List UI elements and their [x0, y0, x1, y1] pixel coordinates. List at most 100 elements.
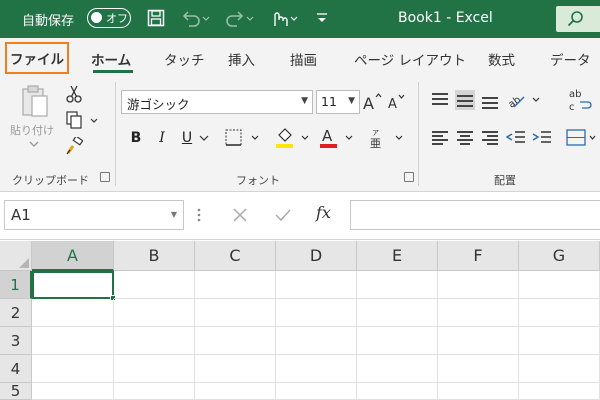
bold-button[interactable]: B: [126, 128, 146, 148]
phonetic-guide-icon[interactable]: ア亜: [368, 126, 408, 150]
tab-touch[interactable]: タッチ: [164, 49, 205, 69]
tab-page-layout[interactable]: ページ レイアウト: [354, 49, 466, 69]
undo-icon[interactable]: [178, 7, 212, 29]
align-left-icon[interactable]: [430, 128, 450, 148]
column-header-d[interactable]: D: [276, 241, 357, 271]
tab-home[interactable]: ホーム: [91, 49, 131, 69]
align-center-icon[interactable]: [455, 128, 475, 148]
column-header-g[interactable]: G: [519, 241, 600, 271]
cell-e4[interactable]: [357, 355, 438, 383]
select-all-button[interactable]: [0, 241, 32, 271]
decrease-indent-icon[interactable]: [506, 128, 526, 148]
middle-align-icon[interactable]: [455, 90, 475, 110]
row-header-3[interactable]: 3: [0, 327, 32, 355]
format-painter-icon[interactable]: [64, 136, 84, 156]
tab-draw[interactable]: 描画: [290, 49, 317, 69]
font-name-select[interactable]: 游ゴシック ▼: [121, 90, 313, 114]
font-size-select[interactable]: 11 ▼: [316, 90, 360, 114]
cell-d5[interactable]: [276, 383, 357, 400]
tab-insert[interactable]: 挿入: [228, 49, 255, 69]
cell-g3[interactable]: [519, 327, 600, 355]
formula-input[interactable]: [350, 200, 600, 230]
save-icon[interactable]: [145, 7, 167, 29]
cell-g1[interactable]: [519, 271, 600, 299]
name-box[interactable]: A1 ▼: [4, 200, 184, 230]
italic-button[interactable]: I: [152, 128, 172, 148]
cancel-icon[interactable]: [232, 207, 248, 223]
column-header-f[interactable]: F: [438, 241, 519, 271]
search-box[interactable]: [556, 6, 600, 32]
cell-a5[interactable]: [32, 383, 114, 400]
cell-d2[interactable]: [276, 299, 357, 327]
cell-c3[interactable]: [195, 327, 276, 355]
cell-e5[interactable]: [357, 383, 438, 400]
cell-f4[interactable]: [438, 355, 519, 383]
cell-a3[interactable]: [32, 327, 114, 355]
row-header-1[interactable]: 1: [0, 271, 32, 299]
font-color-icon[interactable]: A: [318, 126, 358, 150]
customize-qat-icon[interactable]: [314, 7, 330, 29]
column-header-a[interactable]: A: [32, 241, 114, 271]
orientation-icon[interactable]: ab: [506, 90, 544, 110]
autosave-toggle[interactable]: オフ: [87, 8, 131, 28]
enter-check-icon[interactable]: [274, 207, 292, 223]
merge-center-icon[interactable]: [566, 128, 596, 148]
cell-d3[interactable]: [276, 327, 357, 355]
chevron-down-icon[interactable]: [199, 134, 209, 142]
fill-color-icon[interactable]: [274, 126, 314, 150]
cell-b1[interactable]: [114, 271, 195, 299]
touch-mode-icon[interactable]: [266, 7, 300, 29]
cell-g2[interactable]: [519, 299, 600, 327]
cell-f2[interactable]: [438, 299, 519, 327]
cell-a4[interactable]: [32, 355, 114, 383]
decrease-font-size-icon[interactable]: A: [388, 92, 408, 112]
underline-button[interactable]: U: [177, 128, 197, 148]
tab-data[interactable]: データ: [550, 49, 591, 69]
column-header-e[interactable]: E: [357, 241, 438, 271]
cell-g4[interactable]: [519, 355, 600, 383]
row-header-5[interactable]: 5: [0, 382, 32, 400]
paste-icon[interactable]: [20, 84, 50, 118]
column-header-b[interactable]: B: [114, 241, 195, 271]
cell-b2[interactable]: [114, 299, 195, 327]
cell-f5[interactable]: [438, 383, 519, 400]
align-right-icon[interactable]: [480, 128, 500, 148]
cell-c5[interactable]: [195, 383, 276, 400]
cell-c2[interactable]: [195, 299, 276, 327]
cell-f1[interactable]: [438, 271, 519, 299]
cell-b5[interactable]: [114, 383, 195, 400]
increase-indent-icon[interactable]: [532, 128, 552, 148]
row-header-4[interactable]: 4: [0, 355, 32, 383]
cell-d1[interactable]: [276, 271, 357, 299]
cell-b3[interactable]: [114, 327, 195, 355]
cell-a2[interactable]: [32, 299, 114, 327]
wrap-text-icon[interactable]: ab c: [568, 86, 594, 114]
cell-d4[interactable]: [276, 355, 357, 383]
increase-font-size-icon[interactable]: A: [363, 92, 383, 112]
tab-formulas[interactable]: 数式: [488, 49, 515, 69]
copy-icon[interactable]: [64, 110, 100, 130]
cell-b4[interactable]: [114, 355, 195, 383]
redo-icon[interactable]: [222, 7, 256, 29]
drag-handle-icon[interactable]: [196, 207, 202, 223]
font-launcher-icon[interactable]: [404, 172, 414, 182]
tab-file[interactable]: ファイル: [5, 42, 69, 74]
cell-f3[interactable]: [438, 327, 519, 355]
top-align-icon[interactable]: [430, 90, 450, 110]
cut-icon[interactable]: [64, 84, 84, 104]
cell-e1[interactable]: [357, 271, 438, 299]
paste-dropdown-icon[interactable]: [29, 140, 39, 148]
cell-c1[interactable]: [195, 271, 276, 299]
document-title: Book1 - Excel: [398, 10, 493, 26]
cell-g5[interactable]: [519, 383, 600, 400]
row-header-2[interactable]: 2: [0, 299, 32, 327]
cell-e2[interactable]: [357, 299, 438, 327]
cell-a1[interactable]: [32, 271, 114, 299]
bottom-align-icon[interactable]: [480, 90, 500, 110]
insert-function-button[interactable]: fx: [316, 203, 331, 222]
column-header-c[interactable]: C: [195, 241, 276, 271]
clipboard-launcher-icon[interactable]: [100, 172, 110, 182]
cell-e3[interactable]: [357, 327, 438, 355]
borders-icon[interactable]: [224, 128, 264, 148]
cell-c4[interactable]: [195, 355, 276, 383]
